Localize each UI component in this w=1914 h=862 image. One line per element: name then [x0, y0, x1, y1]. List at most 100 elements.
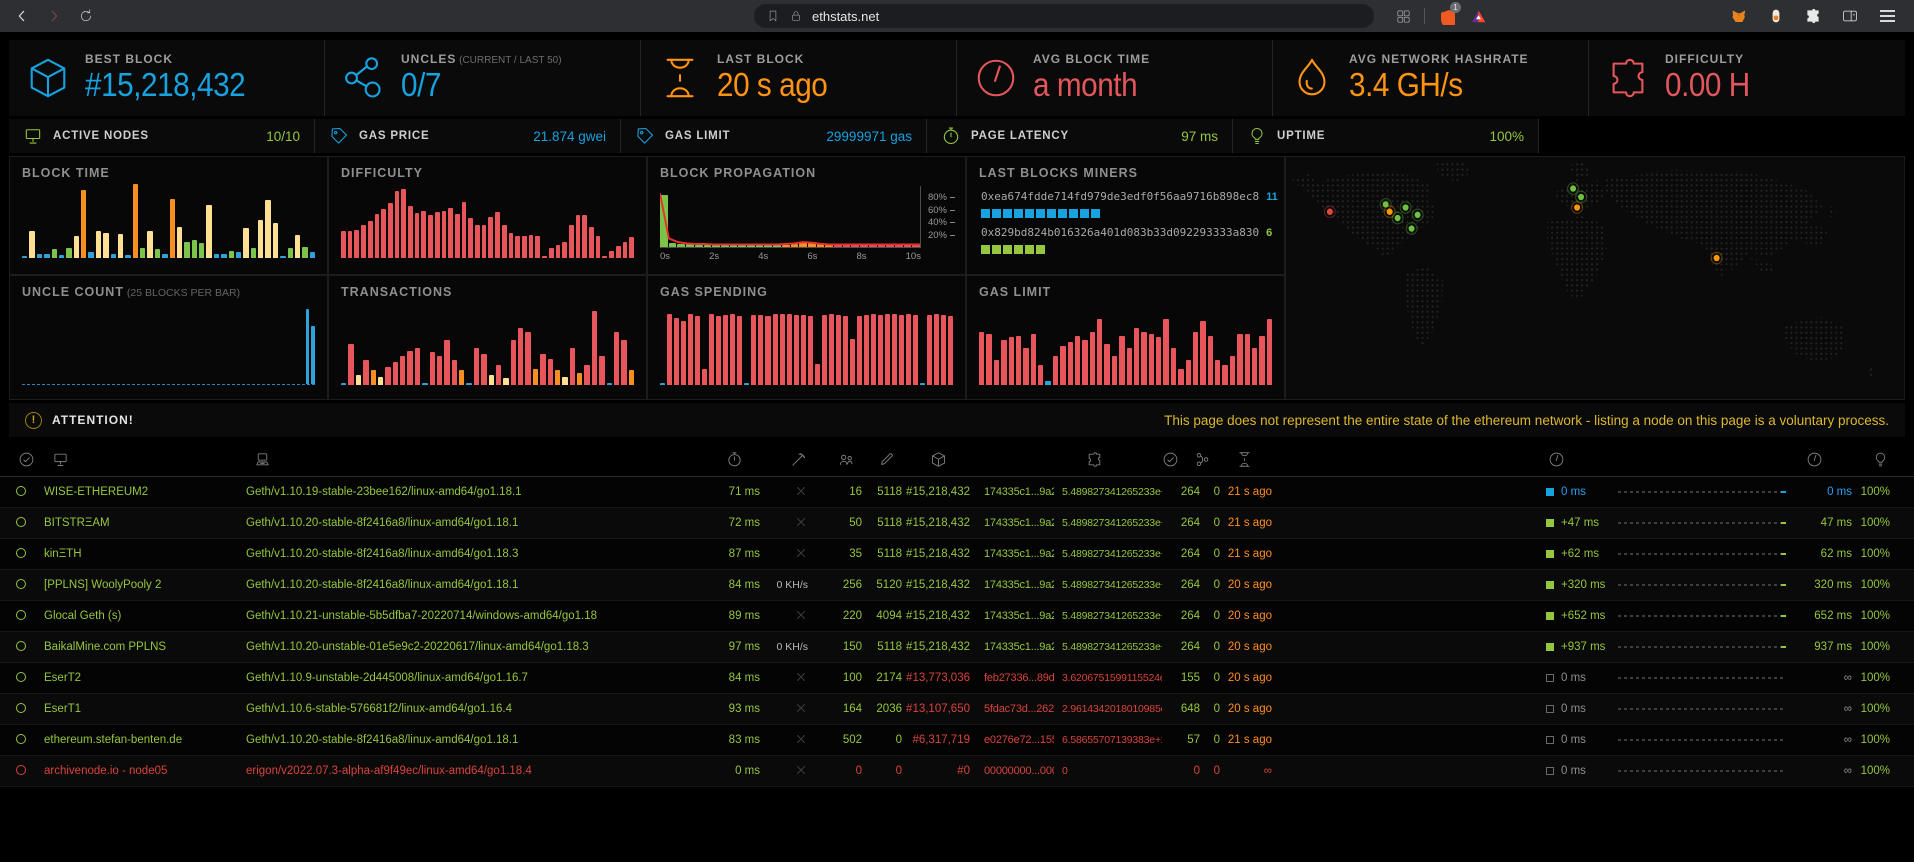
block-square: [1069, 209, 1078, 218]
lock-icon: [789, 9, 803, 23]
bar: [570, 348, 575, 385]
bar-slot: [217, 303, 221, 384]
bar: [192, 240, 197, 258]
bar-slot: [442, 184, 447, 258]
bar-slot: [948, 303, 953, 385]
column-uncles-branch-icon: [1194, 451, 1211, 468]
block-hash: 174335c1...9a228ba7: [970, 610, 1054, 622]
bar: [393, 362, 398, 385]
stat-value: 20 s ago: [717, 66, 840, 104]
propagation-time-text: 0 ms: [1561, 765, 1586, 777]
bar-slot: [758, 303, 763, 385]
bar: [899, 315, 904, 385]
bar: [44, 254, 49, 258]
bar: [415, 213, 420, 258]
extension-pill-icon[interactable]: [1765, 5, 1787, 27]
brave-shield-icon[interactable]: 1: [1435, 5, 1457, 27]
bar: [1001, 340, 1006, 385]
bar: [609, 251, 614, 258]
peers-count: 150: [818, 641, 862, 653]
bar-slot: [1186, 303, 1191, 385]
propagation-time-text: 0 ms: [1561, 703, 1586, 715]
pending-txs: 5118: [862, 548, 902, 560]
bar-slot: [162, 184, 167, 258]
column-uptime-bulb-icon: [1872, 451, 1889, 468]
bar-slot: [96, 184, 101, 258]
bar: [1068, 342, 1073, 385]
bar-slot: [282, 303, 286, 384]
bar: [582, 215, 587, 258]
forward-button[interactable]: [42, 4, 66, 28]
bar-slot: [28, 303, 32, 384]
column-pending-txs-pen-icon: [878, 451, 895, 468]
bat-rewards-icon[interactable]: [1467, 5, 1489, 27]
x-tick-label: 2s: [709, 251, 719, 262]
bar-slot: [378, 303, 383, 385]
peers-count: 256: [818, 579, 862, 591]
bar: [702, 369, 707, 385]
stat-value: 21.874 gwei: [533, 129, 606, 144]
tab-groups-icon[interactable]: [1392, 5, 1414, 27]
stat-panel-difficulty: DIFFICULTY0.00 H: [1589, 40, 1905, 116]
bar-slot: [674, 303, 679, 385]
extensions-puzzle-icon[interactable]: [1802, 5, 1824, 27]
metamask-icon[interactable]: [1728, 5, 1750, 27]
bar-slot: [176, 303, 180, 384]
bar-slot: [878, 303, 883, 385]
bar: [29, 231, 34, 258]
status-indicator: [16, 703, 26, 713]
uncle-count: 0: [1200, 765, 1220, 777]
bar: [857, 316, 862, 385]
bar: [515, 236, 520, 258]
stat-panel-uptime: UPTIME100%: [1233, 119, 1539, 153]
status-indicator: [16, 517, 26, 527]
bar: [1009, 337, 1014, 385]
total-difficulty: 2.9614342018010985e+22: [1054, 703, 1162, 715]
bar-slot: [1163, 303, 1168, 385]
peers-count: 502: [818, 734, 862, 746]
x-tick-label: 8s: [857, 251, 867, 262]
uncle-count: 0: [1200, 703, 1220, 715]
bar: [482, 225, 487, 258]
continent-shape: [1705, 245, 1729, 279]
uncle-count: 0: [1200, 672, 1220, 684]
bar-slot: [1009, 303, 1014, 385]
block-square: [1014, 245, 1023, 254]
sidebar-wallet-icon[interactable]: [1839, 5, 1861, 27]
bar: [1156, 337, 1161, 385]
bar-slot: [1200, 303, 1205, 385]
uncle-count: 0: [1200, 579, 1220, 591]
bar: [927, 315, 932, 385]
total-difficulty: 5.489827341265233e+22: [1054, 641, 1162, 653]
bar-slot: [407, 303, 412, 385]
reload-button[interactable]: [74, 4, 98, 28]
bar-slot: [1156, 303, 1161, 385]
bar-slot: [468, 184, 473, 258]
menu-icon[interactable]: [1876, 5, 1898, 27]
bar: [885, 314, 890, 385]
bookmark-icon[interactable]: [766, 9, 780, 23]
bar-slot: [1068, 303, 1073, 385]
back-button[interactable]: [10, 4, 34, 28]
status-cell: [0, 579, 44, 592]
bar-slot: [93, 303, 97, 384]
bar-series: [10, 184, 327, 258]
bar-slot: [448, 184, 453, 258]
uncle-count: 0: [1200, 610, 1220, 622]
propagation-square: [1546, 550, 1554, 558]
stat-panel-last-block: LAST BLOCK20 s ago: [641, 40, 957, 116]
bar: [1031, 334, 1036, 385]
block-square: [1091, 209, 1100, 218]
bar: [52, 249, 57, 258]
propagation-square: [1546, 488, 1554, 496]
propagation-time-text: +937 ms: [1561, 641, 1605, 653]
bar-slot: [562, 184, 567, 258]
bar-slot: [843, 303, 848, 385]
url-bar[interactable]: ethstats.net: [754, 4, 1374, 28]
panel-last-blocks-miners: LAST BLOCKS MINERS0xea674fdde714fd979de3…: [966, 156, 1285, 275]
propagation-history-line: [1618, 522, 1786, 524]
bar: [133, 184, 138, 258]
miner-block-count: 11: [1266, 191, 1278, 203]
bar: [815, 364, 820, 385]
bar-slot: [430, 303, 435, 385]
